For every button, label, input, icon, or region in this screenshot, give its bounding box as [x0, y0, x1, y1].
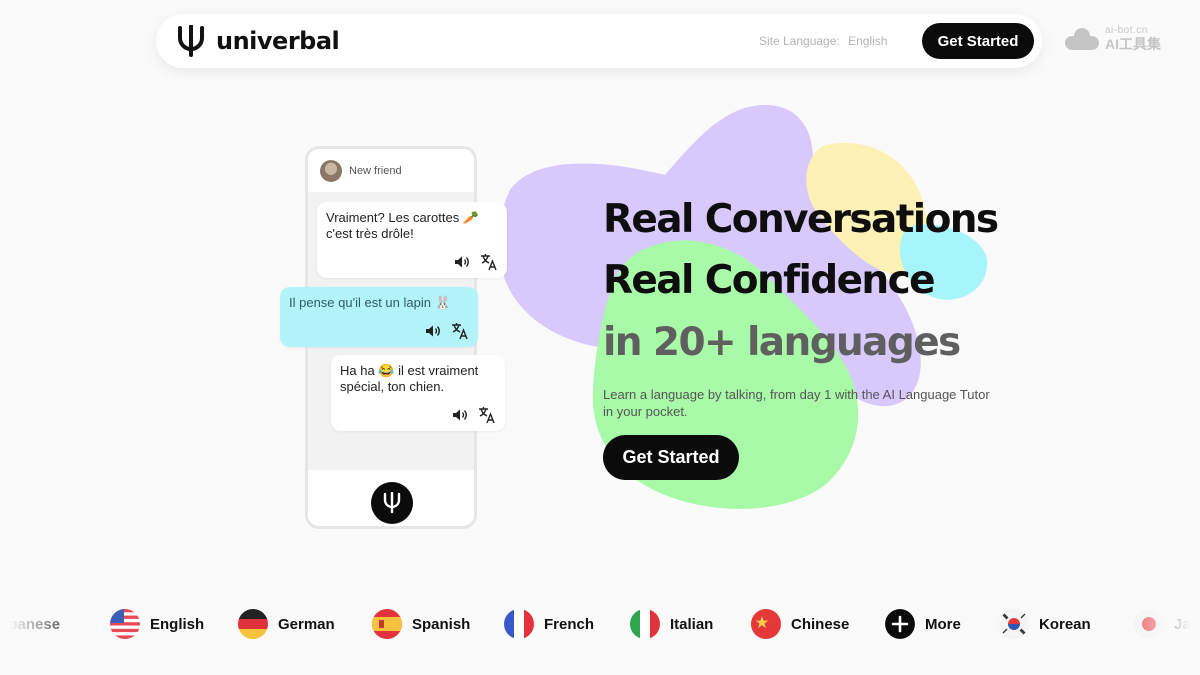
language-name: Italian [670, 615, 714, 633]
speaker-icon[interactable] [454, 255, 470, 269]
korea-flag-icon [999, 609, 1029, 639]
language-item-german[interactable]: German [238, 609, 335, 639]
hero-subtitle: Learn a language by talking, from day 1 … [603, 387, 990, 419]
france-flag-icon [504, 609, 534, 639]
translate-icon[interactable] [478, 406, 496, 424]
phone-mockup: New friend Vraiment? Les carottes 🥕 c'es… [280, 146, 507, 529]
chat-message-friend: Ha ha 😂 il est vraiment spécial, ton chi… [331, 355, 505, 431]
watermark-title: AI工具集 [1105, 36, 1161, 52]
language-item-japanese[interactable]: apanese [0, 609, 60, 639]
contact-name: New friend [349, 164, 402, 177]
language-name: Jap [1174, 615, 1200, 633]
avatar [320, 159, 342, 182]
us-flag-icon [110, 609, 140, 639]
language-item-more[interactable]: More [885, 609, 961, 639]
language-name: Spanish [412, 615, 471, 633]
china-flag-icon [751, 609, 781, 639]
language-item-english[interactable]: English [110, 609, 204, 639]
brand-logo[interactable]: univerbal [176, 25, 340, 57]
chat-message-friend: Vraiment? Les carottes 🥕 c'est très drôl… [317, 202, 507, 278]
chat-header: New friend [308, 149, 474, 192]
translate-icon[interactable] [451, 322, 469, 340]
hero-heading-line-3: in 20+ languages [603, 320, 961, 365]
header-get-started-button[interactable]: Get Started [922, 23, 1034, 59]
plus-icon [885, 609, 915, 639]
site-language-value: English [848, 34, 888, 48]
language-item-chinese[interactable]: Chinese [751, 609, 849, 639]
message-text: Vraiment? Les carottes 🥕 c'est très drôl… [326, 210, 479, 241]
hero-heading-line-1: Real Conversations [603, 197, 999, 242]
italy-flag-icon [630, 609, 660, 639]
message-text: Ha ha 😂 il est vraiment spécial, ton chi… [340, 363, 479, 394]
language-item-japanese[interactable]: Jap [1134, 609, 1200, 639]
language-item-french[interactable]: French [504, 609, 594, 639]
language-name: apanese [0, 615, 61, 633]
language-name: Chinese [791, 615, 850, 633]
language-name: French [544, 615, 595, 633]
germany-flag-icon [238, 609, 268, 639]
speaker-icon[interactable] [452, 408, 468, 422]
tuning-fork-logo-icon [178, 25, 204, 57]
microphone-icon [383, 492, 401, 514]
chat-footer [308, 470, 474, 526]
translate-icon[interactable] [480, 253, 498, 271]
site-language-selector[interactable]: Site Language: English [759, 34, 887, 48]
spain-flag-icon [372, 609, 402, 639]
language-item-spanish[interactable]: Spanish [372, 609, 470, 639]
language-name: German [278, 615, 335, 633]
brand-name: univerbal [216, 27, 340, 55]
language-item-korean[interactable]: Korean [999, 609, 1091, 639]
speaker-icon[interactable] [425, 324, 441, 338]
japan-flag-icon [1134, 609, 1164, 639]
cloud-logo-icon [1065, 27, 1099, 50]
language-item-italian[interactable]: Italian [630, 609, 713, 639]
language-name: Korean [1039, 615, 1091, 633]
hero-get-started-button[interactable]: Get Started [603, 435, 739, 480]
message-text: Il pense qu'il est un lapin 🐰 [289, 295, 451, 310]
decorative-blobs [498, 105, 988, 509]
site-language-label: Site Language: [759, 34, 840, 48]
language-carousel: apanese English German Spanish French It… [0, 606, 1200, 644]
watermark: ai-bot.cn AI工具集 [1063, 26, 1161, 51]
watermark-domain: ai-bot.cn [1105, 25, 1148, 36]
hero-heading-line-2: Real Confidence [603, 258, 936, 303]
microphone-button[interactable] [371, 482, 413, 524]
language-name: More [925, 615, 961, 633]
language-name: English [150, 615, 205, 633]
top-nav-bar: univerbal Site Language: English Get Sta… [156, 14, 1042, 68]
chat-message-me: Il pense qu'il est un lapin 🐰 [280, 287, 478, 347]
